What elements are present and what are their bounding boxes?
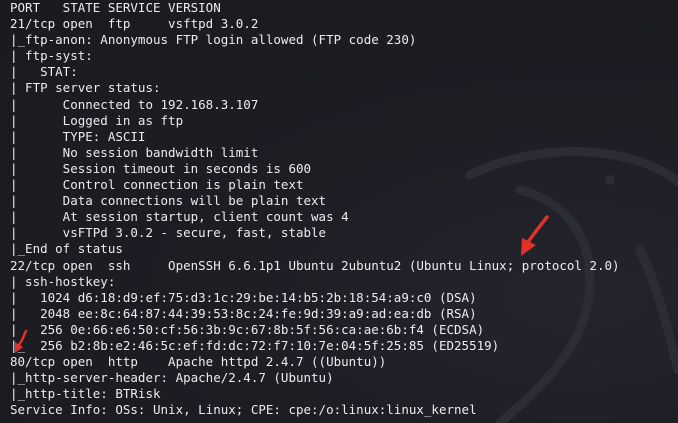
terminal-line: PORT STATE SERVICE VERSION [10, 0, 221, 15]
terminal-line: | 2048 ee:8c:64:87:44:39:53:8c:24:fe:9d:… [10, 305, 477, 321]
terminal-line: | Session timeout in seconds is 600 [10, 160, 312, 176]
terminal-line: |_http-server-header: Apache/2.4.7 (Ubun… [10, 370, 334, 386]
terminal-line: 80/tcp open http Apache httpd 2.4.7 ((Ub… [10, 354, 387, 370]
scan-output[interactable]: PORT STATE SERVICE VERSION 21/tcp open ft… [10, 0, 620, 418]
terminal-line: | At session startup, client count was 4 [10, 209, 349, 225]
terminal-line: | ftp-syst: [10, 48, 93, 64]
terminal-line: |_ 256 b2:8b:e2:46:5c:ef:fd:dc:72:f7:10:… [10, 337, 500, 353]
terminal-line: | vsFTPd 3.0.2 - secure, fast, stable [10, 225, 327, 241]
terminal-line: | Control connection is plain text [10, 177, 304, 193]
terminal-line: | FTP server status: [10, 80, 161, 96]
terminal-line: |_End of status [10, 241, 123, 257]
terminal-line: | 256 0e:66:e6:50:cf:56:3b:9c:67:8b:5f:5… [10, 321, 485, 337]
terminal-line: | Logged in as ftp [10, 112, 184, 128]
terminal-line: |_ftp-anon: Anonymous FTP login allowed … [10, 32, 417, 48]
terminal-line: Service Info: OSs: Unix, Linux; CPE: cpe… [10, 402, 477, 418]
terminal-line: | Data connections will be plain text [10, 193, 327, 209]
terminal-line: | STAT: [10, 64, 78, 80]
terminal-line: |_http-title: BTRisk [10, 386, 161, 402]
terminal-line: | ssh-hostkey: [10, 273, 116, 289]
terminal-line: | No session bandwidth limit [10, 144, 259, 160]
terminal-line: | Connected to 192.168.3.107 [10, 96, 259, 112]
terminal-line: | 1024 d6:18:d9:ef:75:d3:1c:29:be:14:b5:… [10, 289, 477, 305]
terminal-line: 21/tcp open ftp vsftpd 3.0.2 [10, 16, 259, 32]
terminal-window[interactable]: PORT STATE SERVICE VERSION 21/tcp open ft… [0, 0, 678, 423]
terminal-line: 22/tcp open ssh OpenSSH 6.6.1p1 Ubuntu 2… [10, 257, 620, 273]
terminal-line: | TYPE: ASCII [10, 128, 146, 144]
